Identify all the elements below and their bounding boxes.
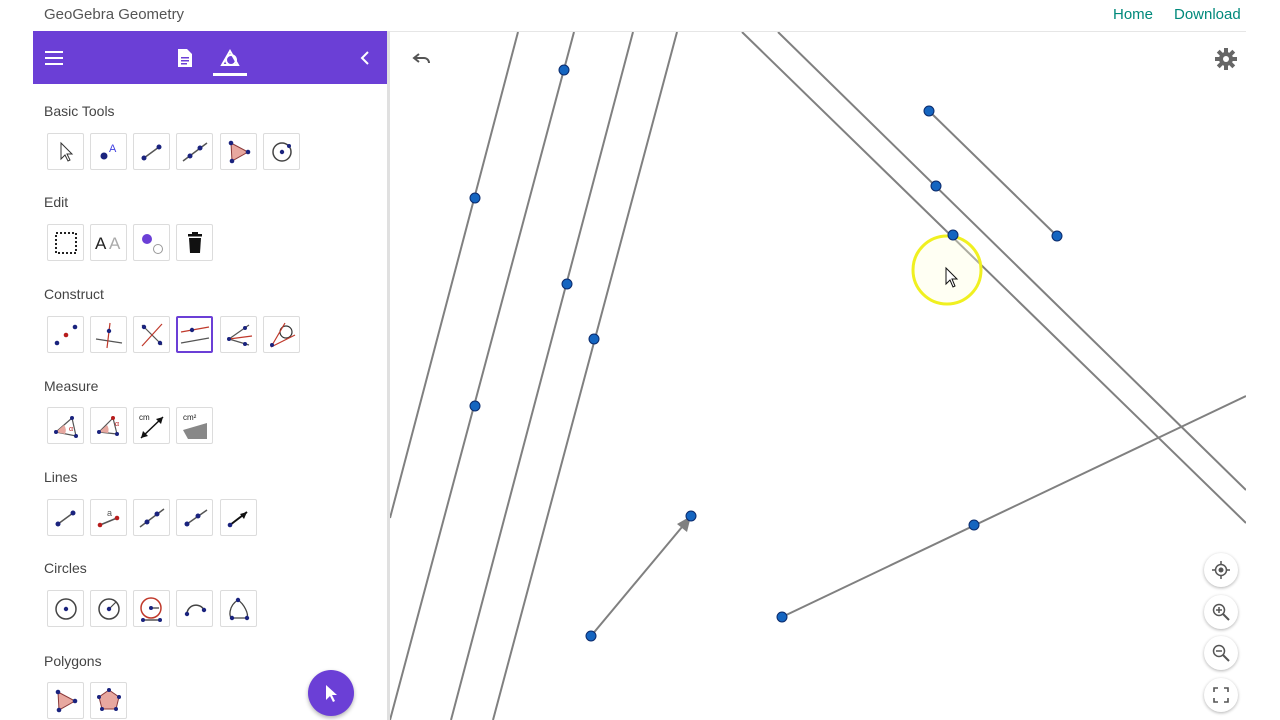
segment-tool[interactable] — [133, 133, 170, 170]
angle-bisector-tool[interactable] — [220, 316, 257, 353]
svg-text:a: a — [107, 508, 112, 518]
parallel-line-tool[interactable] — [176, 316, 213, 353]
compass-tool[interactable] — [133, 590, 170, 627]
section-title-lines: Lines — [44, 469, 78, 485]
section-title-construct: Construct — [44, 286, 104, 302]
top-bar: GeoGebra Geometry Home Download — [0, 0, 1280, 31]
window-right-edge — [1246, 0, 1280, 720]
line — [450, 32, 634, 720]
section-title-edit: Edit — [44, 194, 69, 210]
distance-length-tool[interactable]: cm — [133, 407, 170, 444]
midpoint-tool[interactable] — [47, 316, 84, 353]
show-hide-label-tool[interactable]: AA — [90, 224, 127, 261]
point — [469, 192, 481, 204]
line-tool[interactable] — [133, 499, 170, 536]
point — [930, 180, 942, 192]
tools-panel: Basic Tools A Edit AA Construct Measure … — [33, 31, 388, 720]
point — [469, 400, 481, 412]
svg-text:cm²: cm² — [183, 413, 197, 422]
fullscreen-icon[interactable] — [1204, 678, 1238, 712]
point — [588, 333, 600, 345]
vector-tool[interactable] — [220, 499, 257, 536]
area-tool[interactable]: cm² — [176, 407, 213, 444]
cursor-arrow-icon — [326, 685, 337, 702]
segment — [928, 110, 1058, 237]
delete-tool[interactable] — [176, 224, 213, 261]
svg-text:α: α — [69, 426, 73, 433]
segment-tool[interactable] — [47, 499, 84, 536]
polygon-tool[interactable] — [47, 682, 84, 719]
point — [968, 519, 980, 531]
standard-view-icon[interactable] — [1204, 553, 1238, 587]
semicircle-tool[interactable] — [176, 590, 213, 627]
zoom-in-icon[interactable] — [1204, 595, 1238, 629]
point — [947, 229, 959, 241]
svg-text:α: α — [115, 421, 119, 428]
tab-indicator — [213, 73, 247, 76]
angle-given-size-tool[interactable]: α — [90, 407, 127, 444]
angle-tool[interactable]: α — [47, 407, 84, 444]
section-title-basic-tools: Basic Tools — [44, 103, 115, 119]
line — [741, 32, 1246, 524]
ray-tool[interactable] — [176, 499, 213, 536]
perpendicular-line-tool[interactable] — [90, 316, 127, 353]
svg-text:A: A — [109, 143, 117, 155]
vector — [590, 520, 688, 637]
section-title-polygons: Polygons — [44, 653, 102, 669]
tools-icon[interactable] — [217, 45, 243, 71]
home-link[interactable]: Home — [1113, 6, 1153, 23]
svg-text:cm: cm — [139, 413, 150, 422]
point-tool[interactable]: A — [90, 133, 127, 170]
menu-icon[interactable] — [42, 45, 68, 71]
segment-given-length-tool[interactable]: a — [90, 499, 127, 536]
download-link[interactable]: Download — [1174, 6, 1241, 23]
circle-center-point-tool[interactable] — [263, 133, 300, 170]
graphics-view[interactable] — [390, 32, 1246, 720]
line — [777, 32, 1246, 491]
section-title-circles: Circles — [44, 560, 87, 576]
circle-center-radius-tool[interactable] — [90, 590, 127, 627]
point — [1051, 230, 1063, 242]
zoom-out-icon[interactable] — [1204, 636, 1238, 670]
svg-text:A: A — [95, 234, 107, 253]
line — [492, 32, 678, 720]
point — [561, 278, 573, 290]
select-objects-tool[interactable] — [47, 224, 84, 261]
show-hide-object-tool[interactable] — [133, 224, 170, 261]
point — [558, 64, 570, 76]
geometry-construction[interactable] — [390, 32, 1246, 720]
move-mode-fab[interactable] — [308, 670, 354, 716]
circle-three-points-tool[interactable] — [220, 590, 257, 627]
point — [685, 510, 697, 522]
app-title: GeoGebra Geometry — [44, 6, 185, 23]
point — [585, 630, 597, 642]
section-title-measure: Measure — [44, 378, 99, 394]
line-tool[interactable] — [176, 133, 213, 170]
polygon-tool[interactable] — [220, 133, 257, 170]
settings-gear-icon[interactable] — [1212, 45, 1240, 73]
tangents-tool[interactable] — [263, 316, 300, 353]
line — [390, 32, 575, 720]
regular-polygon-tool[interactable] — [90, 682, 127, 719]
geogebra-app: GeoGebra Geometry Home Download Basic To… — [0, 0, 1280, 720]
line — [390, 32, 519, 519]
circle-center-point-tool[interactable] — [47, 590, 84, 627]
collapse-panel-icon[interactable] — [352, 45, 378, 71]
line — [781, 395, 1246, 618]
perpendicular-bisector-tool[interactable] — [133, 316, 170, 353]
algebra-view-icon[interactable] — [172, 45, 198, 71]
undo-icon[interactable] — [409, 46, 435, 72]
panel-header — [33, 31, 388, 84]
move-tool[interactable] — [47, 133, 84, 170]
point — [923, 105, 935, 117]
svg-text:A: A — [109, 234, 121, 253]
point — [776, 611, 788, 623]
